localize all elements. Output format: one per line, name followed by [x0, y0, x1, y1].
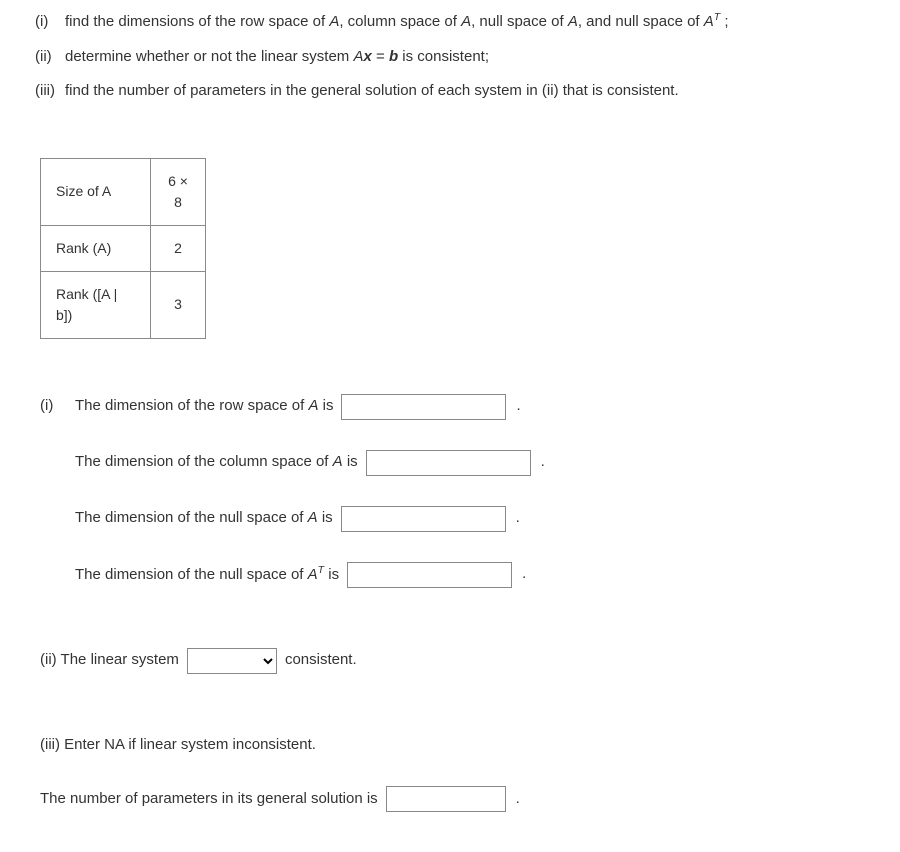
null-space-t-input[interactable]: [347, 562, 512, 588]
item-num-i: (i): [30, 11, 65, 34]
answer-params: The number of parameters in its general …: [30, 786, 870, 812]
item-iii: (iii) find the number of parameters in t…: [30, 80, 870, 103]
col-space-input[interactable]: [366, 450, 531, 476]
null-space-input[interactable]: [341, 506, 506, 532]
item-ii: (ii) determine whether or not the linear…: [30, 46, 870, 69]
info-table: Size of A 6 × 8 Rank (A) 2 Rank ([A | b]…: [40, 158, 206, 339]
answer-consistent: (ii) The linear system consistent.: [30, 648, 870, 674]
table-row: Rank ([A | b]) 3: [41, 271, 206, 338]
null-space-label: The dimension of the null space of A is: [75, 507, 333, 530]
params-input[interactable]: [386, 786, 506, 812]
col-space-label: The dimension of the column space of A i…: [75, 451, 358, 474]
params-label: The number of parameters in its general …: [40, 788, 378, 811]
period: .: [516, 788, 520, 811]
answer-section-i: (i) The dimension of the row space of A …: [30, 394, 870, 588]
null-space-t-label: The dimension of the null space of AT is: [75, 563, 339, 587]
size-value: 6 × 8: [151, 158, 206, 225]
period: .: [516, 507, 520, 530]
answer-prefix-i: (i): [40, 395, 75, 418]
row-space-input[interactable]: [341, 394, 506, 420]
rank-ab-label: Rank ([A | b]): [41, 271, 151, 338]
table-row: Size of A 6 × 8: [41, 158, 206, 225]
answer-iii-note: (iii) Enter NA if linear system inconsis…: [30, 734, 870, 757]
consistent-label-1: (ii) The linear system: [40, 649, 179, 672]
consistent-select[interactable]: [187, 648, 277, 674]
answer-null-space-t: The dimension of the null space of AT is…: [30, 562, 870, 588]
consistent-label-2: consistent.: [285, 649, 357, 672]
table-row: Rank (A) 2: [41, 225, 206, 271]
item-text-iii: find the number of parameters in the gen…: [65, 80, 870, 103]
item-text-ii: determine whether or not the linear syst…: [65, 46, 870, 69]
item-num-ii: (ii): [30, 46, 65, 69]
answer-col-space: The dimension of the column space of A i…: [30, 450, 870, 476]
period: .: [516, 395, 520, 418]
rank-a-value: 2: [151, 225, 206, 271]
rank-ab-value: 3: [151, 271, 206, 338]
item-text-i: find the dimensions of the row space of …: [65, 10, 870, 34]
iii-note-text: (iii) Enter NA if linear system inconsis…: [40, 734, 316, 757]
item-i: (i) find the dimensions of the row space…: [30, 10, 870, 34]
rank-a-label: Rank (A): [41, 225, 151, 271]
answer-row-space: (i) The dimension of the row space of A …: [30, 394, 870, 420]
size-label: Size of A: [41, 158, 151, 225]
period: .: [541, 451, 545, 474]
row-space-label: The dimension of the row space of A is: [75, 395, 333, 418]
answer-null-space: The dimension of the null space of A is …: [30, 506, 870, 532]
period: .: [522, 563, 526, 586]
item-num-iii: (iii): [30, 80, 65, 103]
